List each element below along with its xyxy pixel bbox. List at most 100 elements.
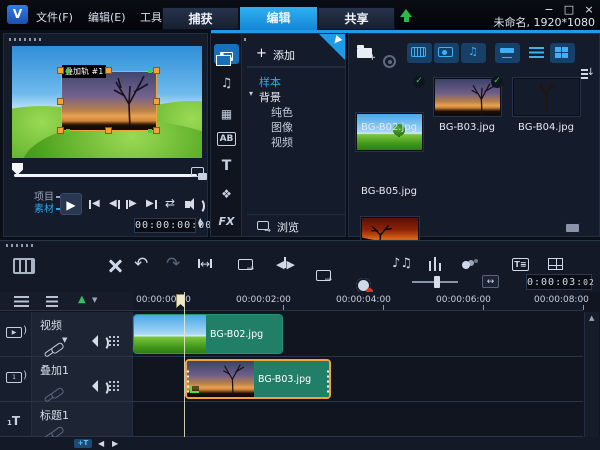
track-fx-icon[interactable]: [108, 335, 119, 346]
overlay-track-header[interactable]: 叠加1: [32, 357, 133, 401]
motion-tracking-icon[interactable]: [462, 261, 470, 269]
go-to-start-button[interactable]: ◀: [89, 199, 100, 209]
trim-icon[interactable]: [316, 270, 331, 281]
distort-handle[interactable]: [66, 129, 70, 133]
timeline-scrollbar[interactable]: ▲: [584, 312, 599, 437]
filter-backgrounds-button[interactable]: [495, 43, 520, 63]
track-fx-icon[interactable]: [108, 380, 119, 391]
filter-category-icon[interactable]: FX: [214, 212, 239, 232]
zoom-slider-thumb[interactable]: [434, 276, 440, 288]
browse-icon[interactable]: [257, 221, 269, 230]
next-frame-button[interactable]: ▶: [126, 199, 137, 209]
resize-handle[interactable]: [57, 98, 64, 105]
instant-project-category-icon[interactable]: ▦: [214, 104, 239, 124]
show-all-tracks-icon[interactable]: [14, 296, 29, 307]
resize-handle[interactable]: [57, 127, 64, 134]
browse-label[interactable]: 浏览: [277, 219, 299, 235]
undo-icon[interactable]: ↶: [134, 254, 148, 274]
subtitle-editor-icon[interactable]: T≡: [512, 258, 529, 271]
grid-view-button[interactable]: [550, 43, 575, 63]
fit-project-icon[interactable]: ↔: [198, 257, 212, 271]
redo-icon[interactable]: ↷: [166, 254, 180, 274]
timeline-ruler[interactable]: 00:00:00:00 00:00:02:00 00:00:04:00 00:0…: [133, 292, 583, 311]
play-button[interactable]: ▶: [60, 193, 82, 215]
resize-handle[interactable]: [105, 127, 112, 134]
filter-video-button[interactable]: [407, 43, 432, 63]
columns-view-icon[interactable]: [565, 223, 580, 233]
scrubber-track[interactable]: [14, 174, 197, 177]
mode-project-button[interactable]: 项目: [34, 192, 61, 203]
capture-aperture-icon[interactable]: [383, 55, 396, 68]
resize-handle[interactable]: [57, 67, 64, 74]
menu-edit[interactable]: 编辑(E): [88, 9, 126, 25]
distort-handle[interactable]: [148, 69, 152, 73]
tab-edit[interactable]: 编辑: [240, 7, 317, 30]
video-track-header[interactable]: 视频 ▼: [32, 312, 133, 356]
enlarge-preview-icon[interactable]: [191, 167, 204, 177]
tab-share[interactable]: 共享: [318, 7, 395, 30]
menu-file[interactable]: 文件(F): [36, 9, 73, 25]
timeline-clip-bg-b03-selected[interactable]: BG-B03.jpg: [185, 359, 331, 399]
auto-music-icon[interactable]: [428, 257, 442, 271]
sort-icon[interactable]: [581, 68, 595, 80]
tree-expand-icon[interactable]: ▾: [249, 89, 253, 98]
transition-category-icon[interactable]: AB: [217, 132, 236, 146]
library-item-name[interactable]: BG-B05.jpg: [349, 186, 429, 197]
sound-mixer-icon[interactable]: ♪♫: [392, 256, 412, 271]
library-item-name[interactable]: BG-B02.jpg: [349, 122, 429, 133]
previous-frame-button[interactable]: ◀: [109, 199, 120, 209]
title-track-header[interactable]: 标题1: [32, 402, 133, 436]
resize-handle[interactable]: [153, 98, 160, 105]
panel-drag-handle[interactable]: [6, 244, 36, 247]
title-category-icon[interactable]: T: [214, 156, 239, 176]
library-item-thumbnail[interactable]: [513, 78, 580, 116]
project-duration-timecode[interactable]: 0:00:03:02: [526, 274, 592, 290]
nav-group-background[interactable]: 背景: [259, 89, 281, 105]
resize-handle[interactable]: [153, 67, 160, 74]
tab-capture[interactable]: 捕获: [162, 7, 239, 30]
overlay-category-icon[interactable]: ❖: [214, 184, 239, 204]
list-view-icon[interactable]: [529, 47, 544, 58]
distort-handle[interactable]: [66, 69, 70, 73]
scroll-left-icon[interactable]: ◀: [98, 439, 104, 448]
preview-timecode[interactable]: 00:00:00:000: [134, 218, 196, 233]
tools-icon[interactable]: [104, 257, 120, 275]
nav-item-solid-color[interactable]: 纯色: [271, 104, 293, 120]
timecode-spinner[interactable]: ▲▼: [198, 218, 203, 228]
trim-handle-right[interactable]: [326, 369, 330, 395]
filter-photo-button[interactable]: [434, 43, 459, 63]
resize-handle[interactable]: [105, 67, 112, 74]
resize-handle[interactable]: [153, 127, 160, 134]
track-manager-icon[interactable]: [548, 258, 563, 270]
add-plus-icon[interactable]: +: [256, 46, 267, 61]
ripple-insert-icon[interactable]: ▲: [78, 294, 86, 305]
nav-item-samples[interactable]: 样本: [259, 74, 281, 90]
playhead-line[interactable]: [184, 292, 185, 437]
chevron-down-icon[interactable]: ▼: [92, 296, 97, 304]
distort-handle[interactable]: [148, 129, 152, 133]
scroll-up-icon[interactable]: ▲: [589, 314, 594, 322]
split-clip-icon[interactable]: ◀▶: [276, 257, 295, 271]
panel-drag-handle[interactable]: [9, 38, 41, 41]
library-item-name[interactable]: BG-B03.jpg: [427, 122, 507, 133]
nav-item-video[interactable]: 视频: [271, 134, 293, 150]
timeline-clip-bg-b02[interactable]: BG-B02.jpg: [133, 314, 283, 354]
audio-category-icon[interactable]: ♫: [214, 74, 239, 94]
chevron-down-icon[interactable]: ▼: [62, 336, 67, 344]
export-up-arrow-icon[interactable]: [400, 9, 412, 22]
volume-icon[interactable]: [185, 201, 190, 208]
repeat-button[interactable]: ⇄: [165, 196, 175, 210]
ripple-edit-icon[interactable]: [238, 259, 253, 270]
overlay-clip-preview[interactable]: [61, 71, 157, 131]
mode-clip-button[interactable]: 素材: [34, 204, 61, 215]
record-capture-icon[interactable]: [356, 278, 371, 293]
storyboard-view-icon[interactable]: [13, 258, 35, 274]
scroll-right-icon[interactable]: ▶: [112, 439, 118, 448]
add-track-button[interactable]: +T: [74, 439, 92, 448]
import-folder-icon[interactable]: [357, 48, 372, 58]
library-item-name[interactable]: BG-B04.jpg: [506, 122, 586, 133]
trim-handle-left[interactable]: [186, 369, 190, 395]
filter-audio-button[interactable]: ♫: [461, 43, 486, 63]
track-options-icon[interactable]: [46, 296, 58, 307]
go-to-end-button[interactable]: ▶: [146, 199, 157, 209]
